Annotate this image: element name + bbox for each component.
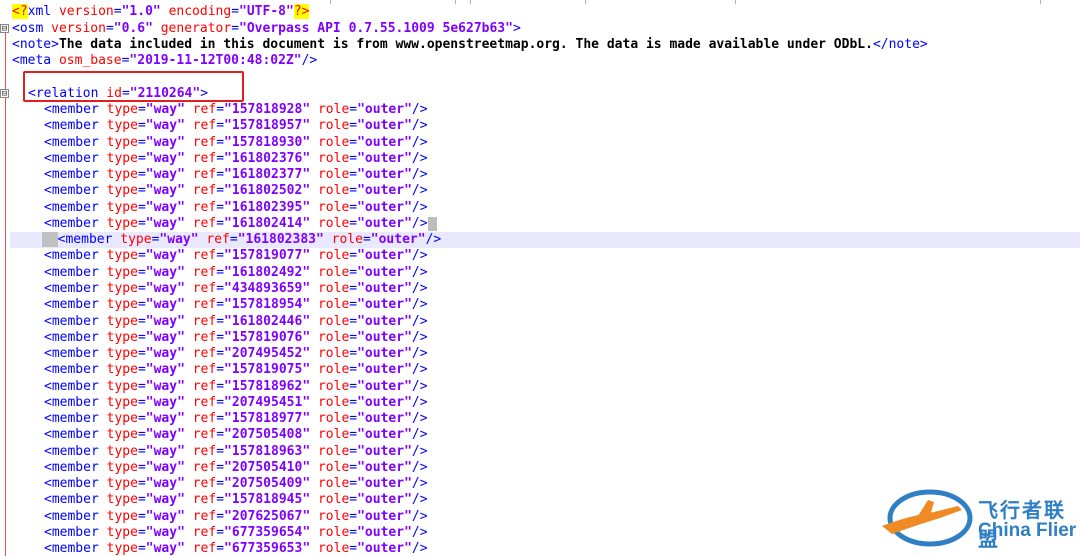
watermark-en: China Flier <box>978 520 1077 541</box>
code-line-xml-declaration[interactable]: <?xml version="1.0" encoding="UTF-8"?> <box>12 4 310 20</box>
member-line[interactable]: <member type="way" ref="207505410" role=… <box>44 460 428 476</box>
xml-editor[interactable]: ⊟ ⊟ <?xml version="1.0" encoding="UTF-8"… <box>0 0 1080 556</box>
fold-guide-line <box>5 30 6 556</box>
code-line-note[interactable]: <note>The data included in this document… <box>12 37 928 53</box>
member-line[interactable]: <member type="way" ref="207505409" role=… <box>44 476 428 492</box>
fold-toggle-relation[interactable]: ⊟ <box>0 89 9 99</box>
member-line[interactable]: <member type="way" ref="161802492" role=… <box>44 265 428 281</box>
member-line[interactable]: <member type="way" ref="161802502" role=… <box>44 183 428 199</box>
code-line-osm[interactable]: <osm version="0.6" generator="Overpass A… <box>12 21 521 37</box>
watermark: 飞行者联盟 China Flier <box>878 484 1078 554</box>
caret-marker <box>427 216 437 231</box>
member-line[interactable]: <member type="way" ref="161802376" role=… <box>44 151 428 167</box>
member-line[interactable]: <member type="way" ref="157818962" role=… <box>44 379 428 395</box>
member-line[interactable]: <member type="way" ref="157818945" role=… <box>44 492 428 508</box>
member-line[interactable]: <member type="way" ref="157819075" role=… <box>44 362 428 378</box>
member-line[interactable]: <member type="way" ref="207495451" role=… <box>44 395 428 411</box>
member-line[interactable]: <member type="way" ref="161802383" role=… <box>10 232 1080 248</box>
member-line[interactable]: <member type="way" ref="677359654" role=… <box>44 525 428 541</box>
member-line[interactable]: <member type="way" ref="161802395" role=… <box>44 200 428 216</box>
member-line[interactable]: <member type="way" ref="157819077" role=… <box>44 248 428 264</box>
pi-close: ?> <box>293 4 310 19</box>
fold-toggle-osm[interactable]: ⊟ <box>0 24 9 34</box>
member-line[interactable]: <member type="way" ref="157818928" role=… <box>44 102 428 118</box>
member-line[interactable]: <member type="way" ref="677359653" role=… <box>44 541 428 556</box>
member-line[interactable]: <member type="way" ref="207495452" role=… <box>44 346 428 362</box>
member-line[interactable]: <member type="way" ref="157818957" role=… <box>44 118 428 134</box>
fold-gutter: ⊟ ⊟ <box>0 0 10 556</box>
pi-open: <? <box>12 4 28 19</box>
member-line[interactable]: <member type="way" ref="157818954" role=… <box>44 297 428 313</box>
highlight-box-relation <box>23 71 244 102</box>
member-line[interactable]: <member type="way" ref="157819076" role=… <box>44 330 428 346</box>
member-line[interactable]: <member type="way" ref="161802377" role=… <box>44 167 428 183</box>
member-line[interactable]: <member type="way" ref="434893659" role=… <box>44 281 428 297</box>
member-line[interactable]: <member type="way" ref="157818977" role=… <box>44 411 428 427</box>
member-line[interactable]: <member type="way" ref="157818963" role=… <box>44 444 428 460</box>
plane-logo-icon <box>882 489 973 547</box>
member-line[interactable]: <member type="way" ref="161802414" role=… <box>44 216 437 232</box>
code-line-meta[interactable]: <meta osm_base="2019-11-12T00:48:02Z"/> <box>12 53 317 69</box>
member-line[interactable]: <member type="way" ref="157818930" role=… <box>44 135 428 151</box>
member-line[interactable]: <member type="way" ref="161802446" role=… <box>44 314 428 330</box>
member-line[interactable]: <member type="way" ref="207505408" role=… <box>44 427 428 443</box>
member-line[interactable]: <member type="way" ref="207625067" role=… <box>44 509 428 525</box>
